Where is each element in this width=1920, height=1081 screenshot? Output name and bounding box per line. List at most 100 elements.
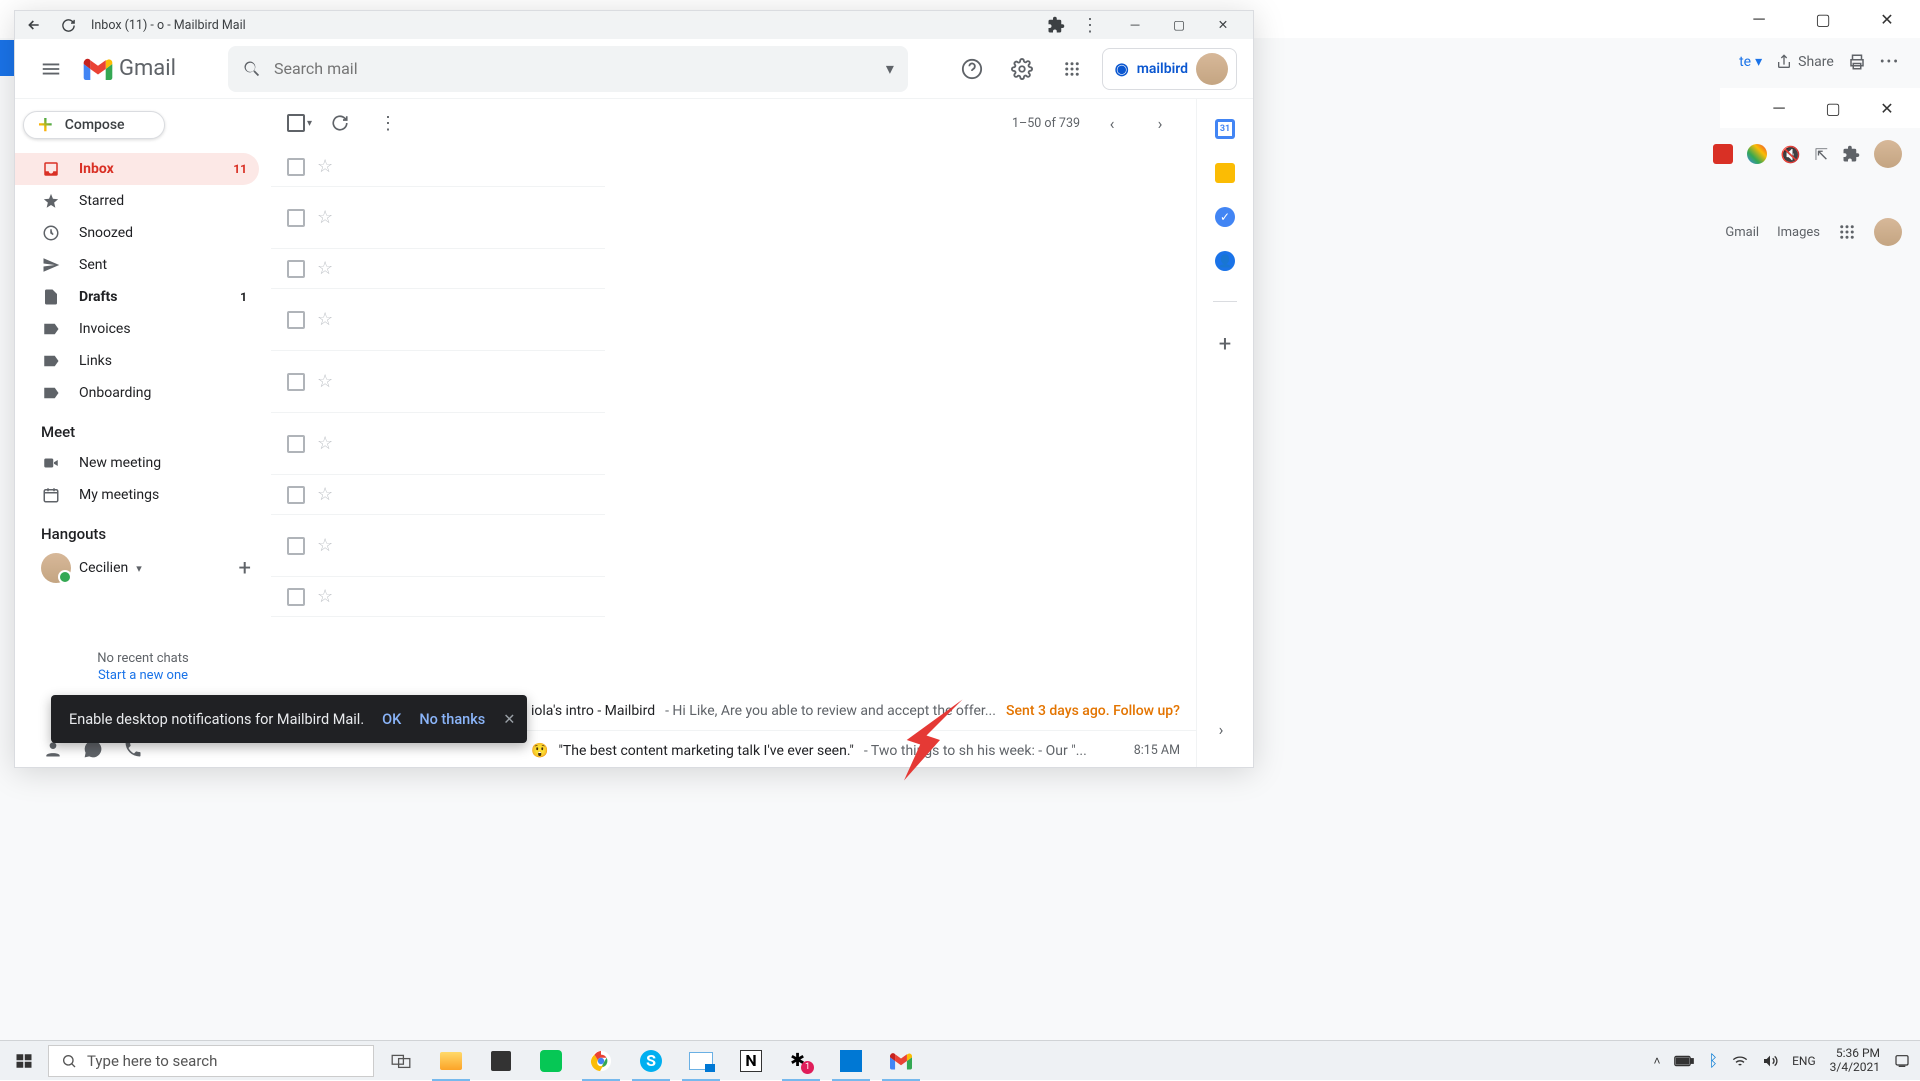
star-icon[interactable]: ☆ xyxy=(317,309,333,330)
sidebar-item-invoices[interactable]: Invoices xyxy=(15,313,259,345)
mailbird-account-chip[interactable]: ◉ mailbird xyxy=(1102,48,1237,90)
google-images-link[interactable]: Images xyxy=(1777,225,1820,240)
next-page-button[interactable]: › xyxy=(1140,103,1180,143)
bg-more-icon[interactable]: ••• xyxy=(1880,54,1900,70)
sidebar-item-snoozed[interactable]: Snoozed xyxy=(15,217,259,249)
google-apps-icon[interactable] xyxy=(1052,49,1092,89)
followup-label[interactable]: Sent 3 days ago. Follow up? xyxy=(1006,703,1180,719)
sidebar-item-starred[interactable]: Starred xyxy=(15,185,259,217)
refresh-button[interactable] xyxy=(320,103,360,143)
taskbar-app-gmail[interactable] xyxy=(878,1041,924,1081)
window-minimize-button[interactable]: ─ xyxy=(1113,11,1157,39)
mail-checkbox[interactable] xyxy=(287,158,305,176)
reload-button[interactable] xyxy=(57,14,79,36)
meet-item-new-meeting[interactable]: New meeting xyxy=(15,447,259,479)
systray-volume-icon[interactable] xyxy=(1762,1054,1778,1068)
systray-wifi-icon[interactable] xyxy=(1732,1054,1748,1068)
add-addon-button[interactable]: + xyxy=(1219,332,1231,357)
ext-icon-1[interactable] xyxy=(1713,144,1733,164)
window-maximize-button[interactable]: ▢ xyxy=(1157,11,1201,39)
bg2-maximize-button[interactable]: ▢ xyxy=(1810,92,1856,124)
star-icon[interactable]: ☆ xyxy=(317,433,333,454)
bg-print-icon[interactable] xyxy=(1848,53,1866,71)
mail-checkbox[interactable] xyxy=(287,588,305,606)
taskbar-app-photos[interactable] xyxy=(828,1041,874,1081)
start-new-chat-link[interactable]: Start a new one xyxy=(15,668,271,683)
star-icon[interactable]: ☆ xyxy=(317,484,333,505)
taskbar-app-notion[interactable]: N xyxy=(728,1041,774,1081)
search-input[interactable] xyxy=(274,59,874,78)
compose-button[interactable]: + Compose xyxy=(23,111,165,139)
tasks-addon-icon[interactable]: ✓ xyxy=(1215,207,1235,227)
mail-checkbox[interactable] xyxy=(287,486,305,504)
taskbar-app-mail[interactable] xyxy=(678,1041,724,1081)
ext-icon-2[interactable] xyxy=(1747,144,1767,164)
taskbar-app-skype[interactable]: S xyxy=(628,1041,674,1081)
gmail-logo[interactable]: Gmail xyxy=(83,56,176,81)
task-view-button[interactable] xyxy=(378,1041,424,1081)
meet-item-my-meetings[interactable]: My meetings xyxy=(15,479,259,511)
bg2-close-button[interactable]: ✕ xyxy=(1864,92,1910,124)
sidebar-item-drafts[interactable]: Drafts1 xyxy=(15,281,259,313)
select-all-checkbox[interactable]: ▾ xyxy=(287,114,312,132)
sidebar-item-onboarding[interactable]: Onboarding xyxy=(15,377,259,409)
settings-gear-icon[interactable] xyxy=(1002,49,1042,89)
google-apps-icon[interactable] xyxy=(1838,223,1856,241)
support-icon[interactable] xyxy=(952,49,992,89)
extension-puzzle-icon[interactable] xyxy=(1045,14,1067,36)
sidebar-item-sent[interactable]: Sent xyxy=(15,249,259,281)
more-actions-icon[interactable]: ⋮ xyxy=(368,103,408,143)
taskbar-app-store[interactable] xyxy=(478,1041,524,1081)
puzzle-icon[interactable] xyxy=(1842,145,1860,163)
mail-checkbox[interactable] xyxy=(287,373,305,391)
star-icon[interactable]: ☆ xyxy=(317,207,333,228)
taskbar-app-explorer[interactable] xyxy=(428,1041,474,1081)
taskbar-app-slack[interactable]: ✱1 xyxy=(778,1041,824,1081)
hamburger-menu-icon[interactable] xyxy=(31,49,71,89)
sidebar-item-links[interactable]: Links xyxy=(15,345,259,377)
sidepanel-collapse-button[interactable]: › xyxy=(1205,713,1237,745)
mail-checkbox[interactable] xyxy=(287,537,305,555)
bg-avatar[interactable] xyxy=(1874,140,1902,168)
mailbird-titlebar[interactable]: Inbox (11) - o - Mailbird Mail ⋮ ─ ▢ ✕ xyxy=(15,11,1253,39)
calendar-addon-icon[interactable]: 31 xyxy=(1215,119,1235,139)
keep-addon-icon[interactable] xyxy=(1215,163,1235,183)
systray-bluetooth-icon[interactable]: ᛒ xyxy=(1708,1051,1718,1070)
search-bar[interactable]: ▾ xyxy=(228,46,908,92)
toast-close-icon[interactable]: ✕ xyxy=(503,711,515,728)
kebab-menu-icon[interactable]: ⋮ xyxy=(1079,14,1101,36)
taskbar-search[interactable]: Type here to search xyxy=(48,1045,374,1077)
mail-checkbox[interactable] xyxy=(287,435,305,453)
window-close-button[interactable]: ✕ xyxy=(1201,11,1245,39)
taskbar-app-line[interactable] xyxy=(528,1041,574,1081)
systray-language[interactable]: ENG xyxy=(1792,1054,1816,1068)
star-icon[interactable]: ☆ xyxy=(317,535,333,556)
search-options-icon[interactable]: ▾ xyxy=(886,59,894,78)
bg2-minimize-button[interactable]: ─ xyxy=(1756,92,1802,124)
bg-close-button[interactable]: ✕ xyxy=(1864,3,1910,35)
systray-chevron-icon[interactable]: ˄ xyxy=(1653,1054,1660,1068)
bg-minimize-button[interactable]: ─ xyxy=(1736,3,1782,35)
account-avatar[interactable] xyxy=(1196,53,1228,85)
bg-dropdown[interactable]: te▾ xyxy=(1739,54,1762,70)
contacts-addon-icon[interactable]: 👤 xyxy=(1215,251,1235,271)
hangouts-user-row[interactable]: Cecilien ▾ + xyxy=(15,549,271,587)
systray-battery-icon[interactable] xyxy=(1674,1055,1694,1067)
ext-pin-icon[interactable]: ⇱ xyxy=(1815,145,1828,164)
prev-page-button[interactable]: ‹ xyxy=(1092,103,1132,143)
ext-mute-icon[interactable]: 🔇 xyxy=(1781,145,1801,164)
bg-maximize-button[interactable]: ▢ xyxy=(1800,3,1846,35)
hangouts-add-button[interactable]: + xyxy=(239,556,251,581)
toast-no-thanks-button[interactable]: No thanks xyxy=(419,711,485,728)
taskbar-app-chrome[interactable] xyxy=(578,1041,624,1081)
star-icon[interactable]: ☆ xyxy=(317,371,333,392)
back-button[interactable] xyxy=(23,14,45,36)
google-avatar[interactable] xyxy=(1874,218,1902,246)
bg-share-button[interactable]: Share xyxy=(1776,54,1834,70)
mail-checkbox[interactable] xyxy=(287,209,305,227)
star-icon[interactable]: ☆ xyxy=(317,586,333,607)
star-icon[interactable]: ☆ xyxy=(317,258,333,279)
sidebar-item-inbox[interactable]: Inbox11 xyxy=(15,153,259,185)
star-icon[interactable]: ☆ xyxy=(317,156,333,177)
systray-clock[interactable]: 5:36 PM 3/4/2021 xyxy=(1830,1047,1880,1075)
